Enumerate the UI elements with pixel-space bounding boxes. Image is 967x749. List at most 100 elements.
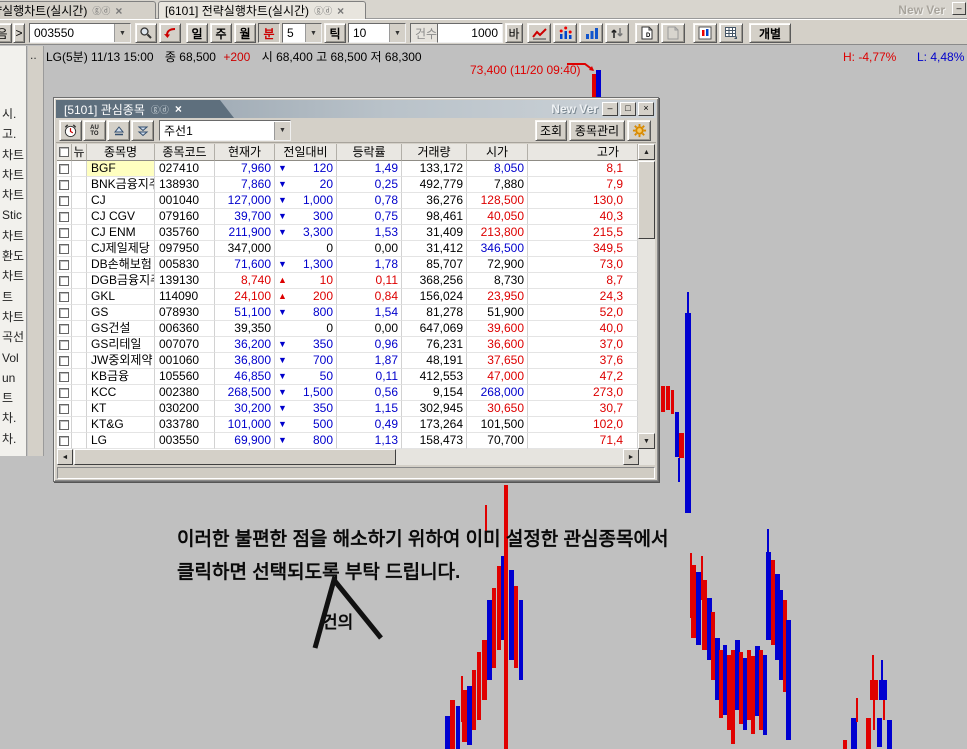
table-row[interactable]: DB손해보험00583071,600▼1,3001,7885,70772,900… [57,257,638,273]
period-week-button[interactable]: 주 [210,23,232,43]
table-row[interactable]: CJ001040127,000▼1,0000,7836,276128,50013… [57,193,638,209]
table-row[interactable]: LG00355069,900▼8001,13158,47370,70071,4 [57,433,638,449]
table-row[interactable]: BNK금융지주1389307,860▼200,25492,7797,8807,9 [57,177,638,193]
sidebar-item[interactable]: 차. [0,408,26,428]
sidebar-item[interactable]: 고. [0,124,26,144]
settings-button[interactable] [627,120,651,141]
period-minute-button[interactable]: 분 [258,23,280,43]
checkbox[interactable] [59,324,69,334]
table-row[interactable]: CJ ENM035760211,900▼3,3001,5331,409213,8… [57,225,638,241]
tab-chart-1[interactable]: 략실행차트(실시간) ⓖⓓ × [0,1,156,19]
bar-signal-chart-button[interactable] [553,23,577,43]
sidebar-item[interactable]: 시. [0,104,26,124]
tab-close-icon[interactable]: × [115,6,122,16]
watchlist-title-bar[interactable]: [5101] 관심종목 ⓖⓓ × New Ver – □ × [56,100,656,118]
scroll-right-icon[interactable]: ► [623,449,639,465]
chevron-down-icon[interactable]: ▼ [114,24,130,42]
minute-interval-combo[interactable]: 5 ▼ [282,23,322,43]
col-rate[interactable]: 등락률 [337,144,402,161]
close-button[interactable]: × [638,102,654,116]
checkbox[interactable] [59,164,69,174]
col-volume[interactable]: 거래량 [402,144,467,161]
checkbox[interactable] [59,388,69,398]
checkbox[interactable] [59,180,69,190]
table-row[interactable]: GS리테일00707036,200▼3500,9676,23136,60037,… [57,337,638,353]
checkbox[interactable] [59,420,69,430]
checkbox[interactable] [59,244,69,254]
checkbox[interactable] [59,308,69,318]
prev-stock-button[interactable] [159,23,181,43]
col-code[interactable]: 종목코드 [155,144,215,161]
table-row[interactable]: GS07893051,100▼8001,5481,27851,90052,0 [57,305,638,321]
bar-unit-button[interactable]: 바 [505,23,523,43]
partial-button[interactable]: 음 [0,23,12,43]
line-chart-button[interactable] [527,23,551,43]
checkbox[interactable] [59,212,69,222]
watchlist-title-tab[interactable]: [5101] 관심종목 ⓖⓓ × [56,100,234,118]
sidebar-item[interactable]: 차트 [0,307,26,327]
col-high[interactable]: 고가 [528,144,638,161]
watchlist-group-combo[interactable]: 주선1 ▼ [159,120,291,141]
query-button[interactable]: 조회 [535,120,567,141]
table-row[interactable]: JW중외제약00106036,800▼7001,8748,19137,65037… [57,353,638,369]
individual-button[interactable]: 개별 [749,23,791,43]
scroll-thumb[interactable] [638,161,655,239]
chevron-down-icon[interactable]: ▼ [305,24,321,42]
table-row[interactable]: GS건설00636039,35000,00647,06939,60040,0 [57,321,638,337]
table-row[interactable]: KCC002380268,500▼1,5000,569,154268,00027… [57,385,638,401]
table-row[interactable]: DGB금융지주1391308,740▲100,11368,2568,7308,7 [57,273,638,289]
period-day-button[interactable]: 일 [186,23,208,43]
save-doc-button[interactable]: D [635,23,659,43]
select-all-header[interactable] [57,144,72,161]
sidebar-item[interactable]: 트 [0,287,26,307]
bar-count-input[interactable] [437,23,503,43]
nav-expand-button[interactable]: > [13,23,25,43]
checkbox[interactable] [59,436,69,446]
move-down-button[interactable] [131,120,154,141]
checkbox[interactable] [59,356,69,366]
candle-view-button[interactable] [693,23,717,43]
checkbox[interactable] [59,228,69,238]
sidebar-item[interactable]: 차트 [0,266,26,286]
checkbox[interactable] [59,276,69,286]
table-row[interactable]: CJ CGV07916039,700▼3000,7598,46140,05040… [57,209,638,225]
col-change[interactable]: 전일대비 [275,144,337,161]
checkbox[interactable] [59,340,69,350]
checkbox[interactable] [59,196,69,206]
move-up-button[interactable] [107,120,130,141]
checkbox[interactable] [59,147,69,157]
tab-close-icon[interactable]: × [337,6,344,16]
stock-code-combo[interactable]: 003550 ▼ [29,23,131,43]
table-row[interactable]: GKL11409024,100▲2000,84156,02423,95024,3 [57,289,638,305]
scroll-up-icon[interactable]: ▲ [638,144,655,160]
panel-divider[interactable] [28,46,44,456]
tick-interval-combo[interactable]: 10 ▼ [348,23,406,43]
auto-button[interactable]: AUTO [83,120,106,141]
table-row[interactable]: CJ제일제당097950347,00000,0031,412346,500349… [57,241,638,257]
table-row[interactable]: KB금융10556046,850▼500,11412,55347,00047,2 [57,369,638,385]
sidebar-item[interactable]: 차. [0,429,26,449]
search-button[interactable] [135,23,157,43]
sidebar-item[interactable]: 차트 [0,165,26,185]
checkbox[interactable] [59,372,69,382]
col-open[interactable]: 시가 [467,144,528,161]
tab-close-icon[interactable]: × [175,102,182,116]
checkbox[interactable] [59,260,69,270]
sidebar-item[interactable]: Stic [0,205,26,225]
scroll-left-icon[interactable]: ◄ [57,449,73,465]
maximize-button[interactable]: □ [620,102,636,116]
sidebar-item[interactable]: 환도 [0,246,26,266]
sidebar-item[interactable]: Vol [0,348,26,368]
col-price[interactable]: 현재가 [215,144,275,161]
sidebar-item[interactable]: 차트 [0,226,26,246]
sort-updown-button[interactable] [605,23,629,43]
bar-chart-button[interactable] [579,23,603,43]
tab-chart-6101[interactable]: [6101] 전략실행차트(실시간) ⓖⓓ × [158,1,366,19]
scroll-thumb[interactable] [74,449,396,465]
sidebar-item[interactable]: 트 [0,388,26,408]
scroll-down-icon[interactable]: ▼ [638,433,655,449]
sidebar-item[interactable]: un [0,368,26,388]
sidebar-item[interactable]: 곡선 [0,327,26,347]
period-month-button[interactable]: 월 [234,23,256,43]
col-name[interactable]: 종목명 [87,144,155,161]
